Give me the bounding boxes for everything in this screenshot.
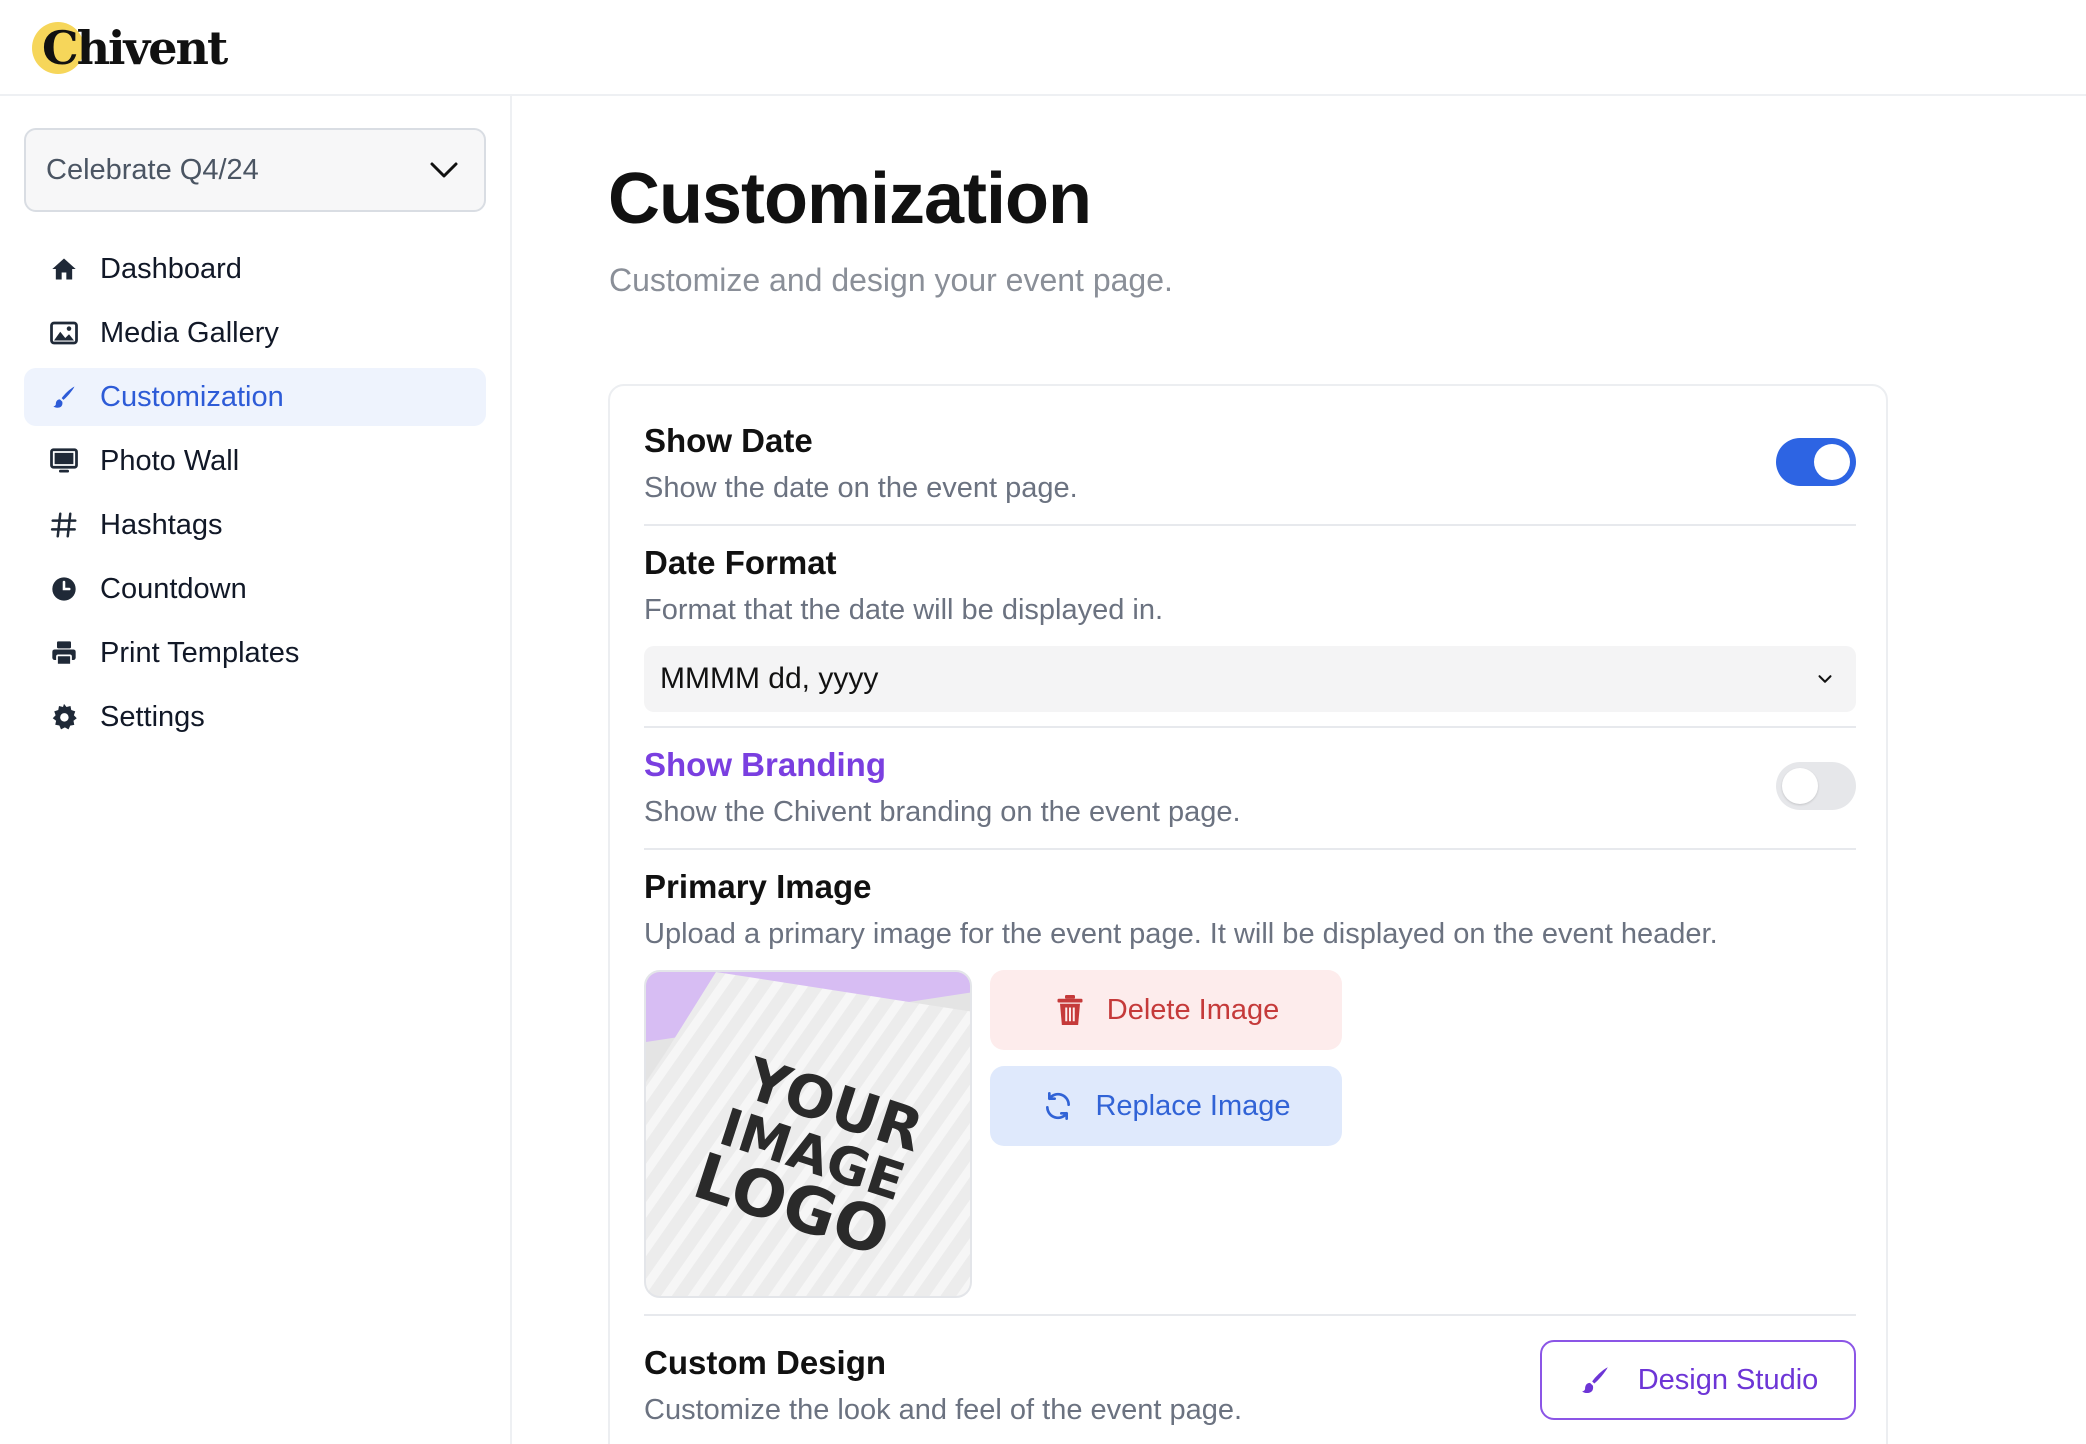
monitor-icon <box>48 445 80 477</box>
sidebar-item-label: Settings <box>100 700 205 733</box>
show-branding-title: Show Branding <box>644 746 886 783</box>
date-format-value: MMMM dd, yyyy <box>660 662 879 695</box>
show-date-row: Show Date Show the date on the event pag… <box>644 422 1856 512</box>
date-format-select[interactable]: MMMM dd, yyyy <box>644 646 1856 712</box>
settings-card: Show Date Show the date on the event pag… <box>608 384 1888 1444</box>
sidebar-item-media-gallery[interactable]: Media Gallery <box>24 304 486 362</box>
primary-image-title: Primary Image <box>644 868 872 905</box>
divider <box>644 524 1856 526</box>
show-branding-row: Show Branding Show the Chivent branding … <box>644 746 1856 836</box>
sidebar-item-countdown[interactable]: Countdown <box>24 560 486 618</box>
sidebar-item-customization[interactable]: Customization <box>24 368 486 426</box>
page-title: Customization <box>608 159 1092 239</box>
paintbrush-icon <box>1578 1363 1612 1397</box>
event-select-value: Celebrate Q4/24 <box>46 153 259 186</box>
sidebar-item-dashboard[interactable]: Dashboard <box>24 240 486 298</box>
primary-image-row: Primary Image Upload a primary image for… <box>644 868 1856 958</box>
sidebar-item-photo-wall[interactable]: Photo Wall <box>24 432 486 490</box>
chivent-logo[interactable]: Chivent <box>32 20 228 76</box>
sidebar-nav: Dashboard Media Gallery Customization Ph… <box>24 240 486 752</box>
sidebar-item-label: Media Gallery <box>100 316 279 349</box>
show-date-title: Show Date <box>644 422 813 459</box>
gear-icon <box>48 701 80 733</box>
design-studio-button[interactable]: Design Studio <box>1540 1340 1856 1420</box>
sidebar: Celebrate Q4/24 Dashboard Media Gallery … <box>0 96 512 1444</box>
sidebar-item-label: Photo Wall <box>100 444 240 477</box>
hashtag-icon <box>48 509 80 541</box>
sidebar-item-hashtags[interactable]: Hashtags <box>24 496 486 554</box>
replace-image-button[interactable]: Replace Image <box>990 1066 1342 1146</box>
image-icon <box>48 317 80 349</box>
refresh-icon <box>1041 1089 1075 1123</box>
toggle-knob <box>1814 444 1850 480</box>
primary-image-thumbnail: YOUR IMAGE LOGO <box>644 970 972 1298</box>
show-branding-description: Show the Chivent branding on the event p… <box>644 796 1241 828</box>
paintbrush-icon <box>48 381 80 413</box>
date-format-title: Date Format <box>644 544 837 581</box>
printer-icon <box>48 637 80 669</box>
sidebar-item-label: Hashtags <box>100 508 223 541</box>
top-bar: Chivent <box>0 0 2086 96</box>
replace-image-label: Replace Image <box>1095 1089 1291 1122</box>
divider <box>644 1314 1856 1316</box>
show-date-description: Show the date on the event page. <box>644 472 1078 504</box>
show-branding-toggle[interactable] <box>1776 762 1856 810</box>
sidebar-item-label: Customization <box>100 380 284 413</box>
chevron-down-icon <box>424 150 464 190</box>
page-subtitle: Customize and design your event page. <box>609 262 1173 298</box>
event-select-dropdown[interactable]: Celebrate Q4/24 <box>24 128 486 212</box>
sidebar-item-settings[interactable]: Settings <box>24 688 486 746</box>
home-icon <box>48 253 80 285</box>
sidebar-item-label: Countdown <box>100 572 247 605</box>
sidebar-item-print-templates[interactable]: Print Templates <box>24 624 486 682</box>
delete-image-button[interactable]: Delete Image <box>990 970 1342 1050</box>
chevron-down-icon <box>1810 664 1840 694</box>
primary-image-description: Upload a primary image for the event pag… <box>644 918 1718 950</box>
trash-icon <box>1053 993 1087 1027</box>
design-studio-label: Design Studio <box>1637 1363 1819 1396</box>
sidebar-item-label: Dashboard <box>100 252 242 285</box>
toggle-knob <box>1782 768 1818 804</box>
delete-image-label: Delete Image <box>1106 993 1280 1026</box>
logo-text: Chivent <box>42 21 228 75</box>
clock-icon <box>48 573 80 605</box>
divider <box>644 848 1856 850</box>
date-format-row: Date Format Format that the date will be… <box>644 544 1856 634</box>
date-format-description: Format that the date will be displayed i… <box>644 594 1164 626</box>
divider <box>644 726 1856 728</box>
sidebar-item-label: Print Templates <box>100 636 300 669</box>
show-date-toggle[interactable] <box>1776 438 1856 486</box>
